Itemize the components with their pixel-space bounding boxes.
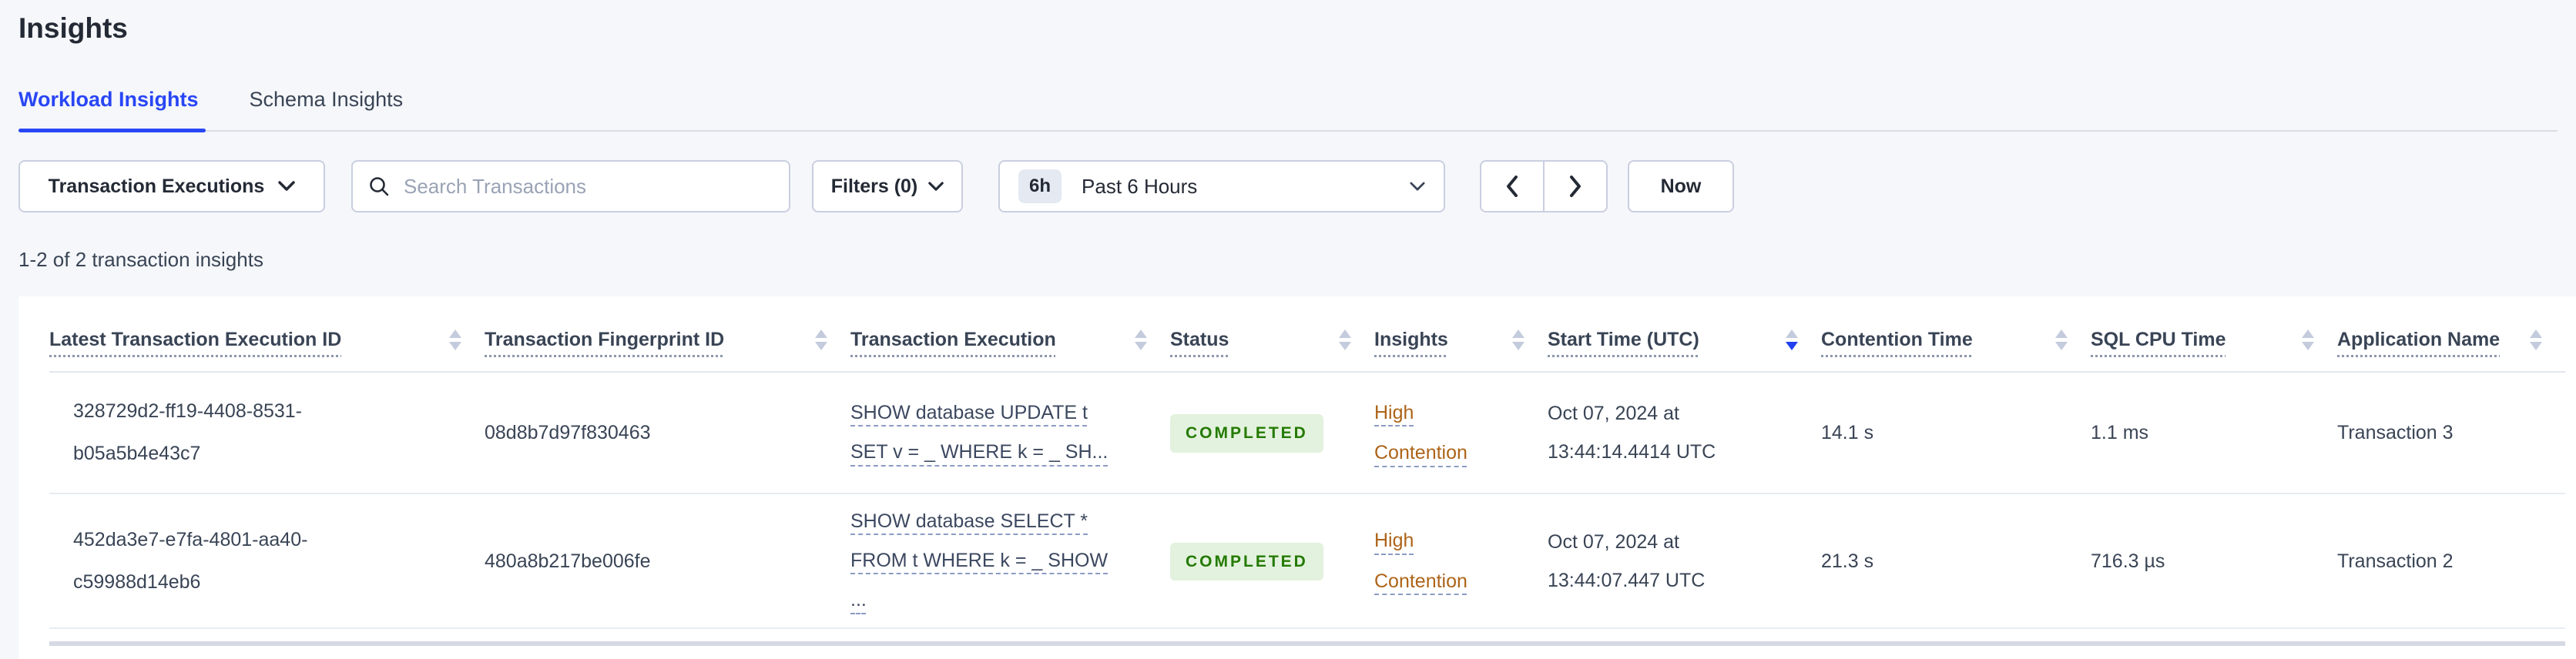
status-badge: COMPLETED bbox=[1170, 414, 1323, 453]
application-name-value: Transaction 2 bbox=[2337, 550, 2454, 572]
contention-time-value: 14.1 s bbox=[1821, 422, 1874, 443]
sql-cpu-time-value: 716.3 µs bbox=[2091, 550, 2165, 572]
column-header-start-time[interactable]: Start Time (UTC) bbox=[1548, 329, 1699, 351]
sort-icon[interactable] bbox=[800, 330, 827, 350]
search-box[interactable] bbox=[351, 160, 790, 212]
previous-range-button[interactable] bbox=[1480, 160, 1544, 212]
now-button[interactable]: Now bbox=[1628, 160, 1734, 212]
sort-icon[interactable] bbox=[2286, 330, 2314, 350]
transaction-execution-link[interactable]: SHOW database SELECT * FROM t WHERE k = … bbox=[850, 502, 1116, 621]
execution-id-value: 328729d2-ff19-4408-8531-b05a5b4e43c7 bbox=[73, 400, 303, 464]
chevron-down-icon bbox=[928, 181, 944, 192]
column-header-transaction-execution[interactable]: Transaction Execution bbox=[850, 329, 1056, 351]
search-input[interactable] bbox=[402, 173, 773, 199]
contention-time-value: 21.3 s bbox=[1821, 550, 1874, 572]
toolbar: Transaction Executions Filters (0) 6h Pa… bbox=[18, 160, 2576, 212]
tab-divider bbox=[18, 129, 2558, 132]
results-summary: 1-2 of 2 transaction insights bbox=[18, 248, 263, 271]
sort-icon[interactable] bbox=[2040, 330, 2068, 350]
fingerprint-id-value: 08d8b7d97f830463 bbox=[485, 422, 651, 443]
column-header-contention-time[interactable]: Contention Time bbox=[1821, 329, 1973, 351]
column-header-insights[interactable]: Insights bbox=[1374, 329, 1448, 351]
page-title: Insights bbox=[18, 12, 128, 44]
time-range-label: Past 6 Hours bbox=[1082, 174, 1198, 198]
sort-icon[interactable] bbox=[2514, 330, 2542, 350]
sort-icon-active-desc[interactable] bbox=[1770, 330, 1798, 350]
time-range-nav bbox=[1480, 160, 1608, 212]
time-range-picker[interactable]: 6h Past 6 Hours bbox=[998, 160, 1445, 212]
active-tab-indicator bbox=[18, 129, 206, 132]
table-header-row: Latest Transaction Execution ID Transact… bbox=[49, 296, 2565, 373]
execution-type-dropdown[interactable]: Transaction Executions bbox=[18, 160, 325, 212]
column-header-application-name[interactable]: Application Name bbox=[2337, 329, 2500, 351]
insights-table-card: Latest Transaction Execution ID Transact… bbox=[18, 296, 2576, 659]
sort-icon[interactable] bbox=[1323, 330, 1351, 350]
table-row: 452da3e7-e7fa-4801-aa40-c59988d14eb6 480… bbox=[49, 493, 2565, 629]
column-header-sql-cpu-time[interactable]: SQL CPU Time bbox=[2091, 329, 2226, 351]
filters-label: Filters (0) bbox=[830, 175, 918, 197]
column-header-fingerprint-id[interactable]: Transaction Fingerprint ID bbox=[485, 329, 724, 351]
execution-id-value: 452da3e7-e7fa-4801-aa40-c59988d14eb6 bbox=[73, 528, 308, 593]
table-end-divider bbox=[49, 641, 2565, 646]
fingerprint-id-value: 480a8b217be006fe bbox=[485, 550, 651, 572]
sort-icon[interactable] bbox=[1119, 330, 1147, 350]
application-name-value: Transaction 3 bbox=[2337, 422, 2454, 443]
chevron-down-icon bbox=[1410, 182, 1425, 192]
search-icon bbox=[368, 176, 390, 197]
sort-icon[interactable] bbox=[434, 330, 461, 350]
insight-link[interactable]: High Contention bbox=[1374, 393, 1478, 473]
chevron-left-icon bbox=[1506, 176, 1518, 197]
chevron-down-icon bbox=[278, 181, 296, 192]
tab-workload-insights[interactable]: Workload Insights bbox=[18, 88, 199, 129]
status-badge: COMPLETED bbox=[1170, 542, 1323, 581]
filters-button[interactable]: Filters (0) bbox=[812, 160, 963, 212]
sort-icon[interactable] bbox=[1497, 330, 1524, 350]
transaction-execution-link[interactable]: SHOW database UPDATE t SET v = _ WHERE k… bbox=[850, 393, 1116, 473]
insight-link[interactable]: High Contention bbox=[1374, 520, 1478, 601]
sql-cpu-time-value: 1.1 ms bbox=[2091, 422, 2149, 443]
transaction-insights-table: Latest Transaction Execution ID Transact… bbox=[49, 296, 2565, 629]
time-range-badge: 6h bbox=[1018, 169, 1062, 203]
chevron-right-icon bbox=[1569, 176, 1581, 197]
start-time-value: Oct 07, 2024 at 13:44:14.4414 UTC bbox=[1548, 403, 1716, 463]
column-header-status[interactable]: Status bbox=[1170, 329, 1229, 351]
tab-schema-insights[interactable]: Schema Insights bbox=[250, 88, 404, 129]
next-range-button[interactable] bbox=[1544, 160, 1608, 212]
insights-tabs: Workload Insights Schema Insights bbox=[18, 88, 2576, 129]
table-row: 328729d2-ff19-4408-8531-b05a5b4e43c7 08d… bbox=[49, 372, 2565, 494]
start-time-value: Oct 07, 2024 at 13:44:07.447 UTC bbox=[1548, 530, 1706, 591]
execution-type-label: Transaction Executions bbox=[48, 175, 265, 197]
column-header-latest-execution-id[interactable]: Latest Transaction Execution ID bbox=[49, 329, 341, 351]
